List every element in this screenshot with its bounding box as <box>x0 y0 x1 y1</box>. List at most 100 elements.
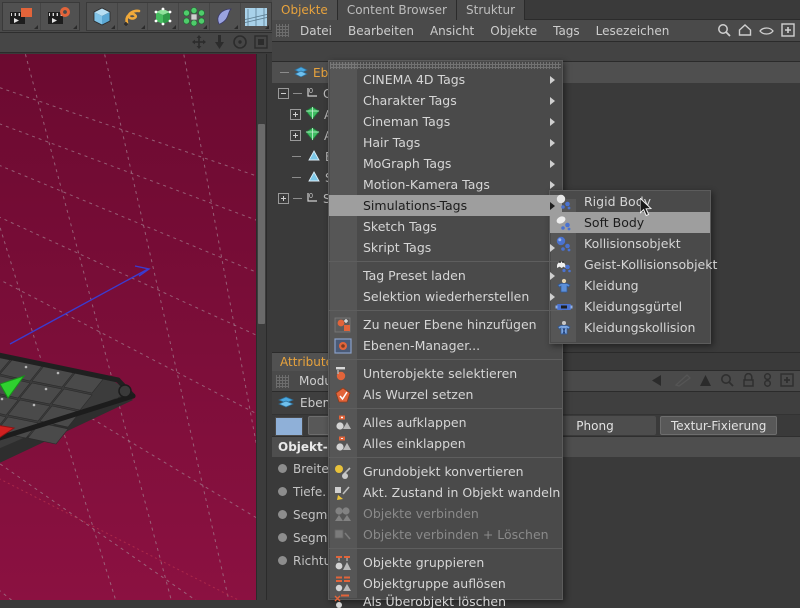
light-icon <box>307 170 321 186</box>
menuitem-selektion-wiederherstellen[interactable]: Selektion wiederherstellen <box>329 286 562 307</box>
scale-icon[interactable] <box>213 35 226 52</box>
property-bullet-icon <box>278 533 287 542</box>
menu-lesezeichen[interactable]: Lesezeichen <box>588 20 678 42</box>
move-icon[interactable] <box>192 35 206 52</box>
menuitem-cineman-tags[interactable]: Cineman Tags <box>329 111 562 132</box>
menu-item-icon-empty <box>329 286 356 307</box>
submenuitem-label: Kleidung <box>584 278 639 293</box>
submenuitem-kleidungskollision[interactable]: Kleidungskollision <box>550 317 710 338</box>
menu-item-icon-empty <box>329 216 356 237</box>
menuitem-objekte-gruppieren[interactable]: Objekte gruppieren <box>329 552 562 573</box>
menuitem-charakter-tags[interactable]: Charakter Tags <box>329 90 562 111</box>
menuitem-unterobjekte-selektieren[interactable]: Unterobjekte selektieren <box>329 363 562 384</box>
menuitem-label: Objektgruppe auflösen <box>363 576 506 591</box>
simulations-tags-submenu[interactable]: Rigid Body Soft Body Kollisionsobjekt Ge… <box>549 190 717 344</box>
tags-context-menu[interactable]: CINEMA 4D Tags Charakter Tags Cineman Ta… <box>328 60 563 608</box>
render-settings-icon[interactable] <box>41 3 79 30</box>
search-icon[interactable] <box>717 23 731 40</box>
link-icon[interactable] <box>763 373 772 390</box>
menuitem-akt-zustand-in-objekt-wandeln[interactable]: Akt. Zustand in Objekt wandeln <box>329 482 562 503</box>
eye-icon[interactable] <box>759 25 774 39</box>
menuitem-motion-kamera-tags[interactable]: Motion-Kamera Tags <box>329 174 562 195</box>
menu-item-icon-empty <box>329 111 356 132</box>
viewport-scrollbar[interactable] <box>256 54 266 600</box>
menuitem-alles-aufklappen[interactable]: Alles aufklappen <box>329 412 562 433</box>
light-icon <box>307 149 321 165</box>
menuitem-cinema-4d-tags[interactable]: CINEMA 4D Tags <box>329 69 562 90</box>
layer-manager-icon <box>329 335 356 356</box>
tab-textur-fixierung[interactable]: Textur-Fixierung <box>660 416 778 435</box>
menuitem-label: MoGraph Tags <box>363 156 452 171</box>
up-arrow-icon[interactable] <box>699 374 712 390</box>
pencil-icon[interactable] <box>674 373 691 390</box>
tab-objekte[interactable]: Objekte <box>272 0 338 20</box>
perspective-viewport[interactable] <box>0 54 267 600</box>
spline-icon[interactable] <box>118 3 149 30</box>
home-icon[interactable] <box>738 23 752 40</box>
axis-icon[interactable] <box>254 35 268 52</box>
menu-bearbeiten[interactable]: Bearbeiten <box>340 20 422 42</box>
tree-line <box>280 72 289 73</box>
object-manager-toolrow <box>272 42 800 62</box>
deformer-icon[interactable] <box>148 3 180 30</box>
menuitem-objektgruppe-aufloesen[interactable]: Objektgruppe auflösen <box>329 573 562 594</box>
menu-separator <box>329 408 562 409</box>
render-view-icon[interactable] <box>3 3 41 30</box>
property-bullet-icon <box>278 487 287 496</box>
tree-expand-toggle[interactable] <box>278 193 289 204</box>
menu-grip-icon[interactable] <box>330 62 561 69</box>
left-toolbar-secondary <box>0 33 272 53</box>
submenuitem-geist-kollisionsobjekt[interactable]: Geist-Kollisionsobjekt <box>550 254 717 275</box>
menu-ansicht[interactable]: Ansicht <box>422 20 482 42</box>
mograph-icon[interactable] <box>179 3 210 30</box>
menuitem-label: Charakter Tags <box>363 93 457 108</box>
submenuitem-kleidungsguertel[interactable]: Kleidungsgürtel <box>550 296 710 317</box>
menuitem-mograph-tags[interactable]: MoGraph Tags <box>329 153 562 174</box>
svg-text:0: 0 <box>309 88 313 95</box>
panel-grip-icon[interactable] <box>276 374 289 388</box>
tree-expand-toggle[interactable] <box>290 130 301 141</box>
menuitem-skript-tags[interactable]: Skript Tags <box>329 237 562 258</box>
menuitem-sketch-tags[interactable]: Sketch Tags <box>329 216 562 237</box>
submenuitem-kollisionsobjekt[interactable]: Kollisionsobjekt <box>550 233 710 254</box>
plus-box-icon[interactable] <box>781 23 795 40</box>
menuitem-grundobjekt-konvertieren[interactable]: Grundobjekt konvertieren <box>329 461 562 482</box>
menuitem-hair-tags[interactable]: Hair Tags <box>329 132 562 153</box>
color-swatch[interactable] <box>275 417 303 436</box>
object-toolbar-group <box>86 2 272 31</box>
nurbs-icon[interactable] <box>210 3 241 30</box>
lock-icon[interactable] <box>742 372 755 390</box>
menu-tags[interactable]: Tags <box>545 20 588 42</box>
menuitem-ebenen-manager[interactable]: Ebenen-Manager... <box>329 335 562 356</box>
search-icon[interactable] <box>720 373 734 390</box>
menuitem-als-wurzel-setzen[interactable]: Als Wurzel setzen <box>329 384 562 405</box>
cube-object-icon[interactable] <box>87 3 118 30</box>
tree-expand-toggle[interactable] <box>290 109 301 120</box>
tab-content-browser[interactable]: Content Browser <box>337 0 457 20</box>
panel-grip-icon[interactable] <box>276 24 289 37</box>
menuitem-tag-preset-laden[interactable]: Tag Preset laden <box>329 265 562 286</box>
tree-collapse-toggle[interactable] <box>278 88 289 99</box>
back-arrow-icon[interactable] <box>651 374 667 390</box>
menuitem-als-ueberobjekt-loeschen[interactable]: Als Überobjekt löschen <box>329 594 562 608</box>
rotate-icon[interactable] <box>233 35 247 52</box>
submenuitem-rigid-body[interactable]: Rigid Body <box>550 191 710 212</box>
tab-struktur[interactable]: Struktur <box>457 0 526 20</box>
menu-datei[interactable]: Datei <box>292 20 340 42</box>
menuitem-label: Skript Tags <box>363 240 432 255</box>
scene-icon[interactable] <box>241 3 272 30</box>
menuitem-alles-einklappen[interactable]: Alles einklappen <box>329 433 562 454</box>
menu-item-icon-empty <box>329 132 356 153</box>
menuitem-simulations-tags[interactable]: Simulations-Tags <box>329 195 562 216</box>
submenu-arrow-icon <box>550 180 555 189</box>
plus-box-icon[interactable] <box>780 373 794 390</box>
viewport-scene <box>0 54 266 600</box>
submenuitem-soft-body[interactable]: Soft Body <box>550 212 710 233</box>
menu-objekte[interactable]: Objekte <box>482 20 545 42</box>
submenu-arrow-icon <box>550 138 555 147</box>
tree-line <box>293 198 302 199</box>
tabs-filler <box>525 0 800 20</box>
submenuitem-kleidung[interactable]: Kleidung <box>550 275 710 296</box>
menu-item-icon-empty <box>329 153 356 174</box>
menuitem-zu-neuer-ebene-hinzufuegen[interactable]: Zu neuer Ebene hinzufügen <box>329 314 562 335</box>
